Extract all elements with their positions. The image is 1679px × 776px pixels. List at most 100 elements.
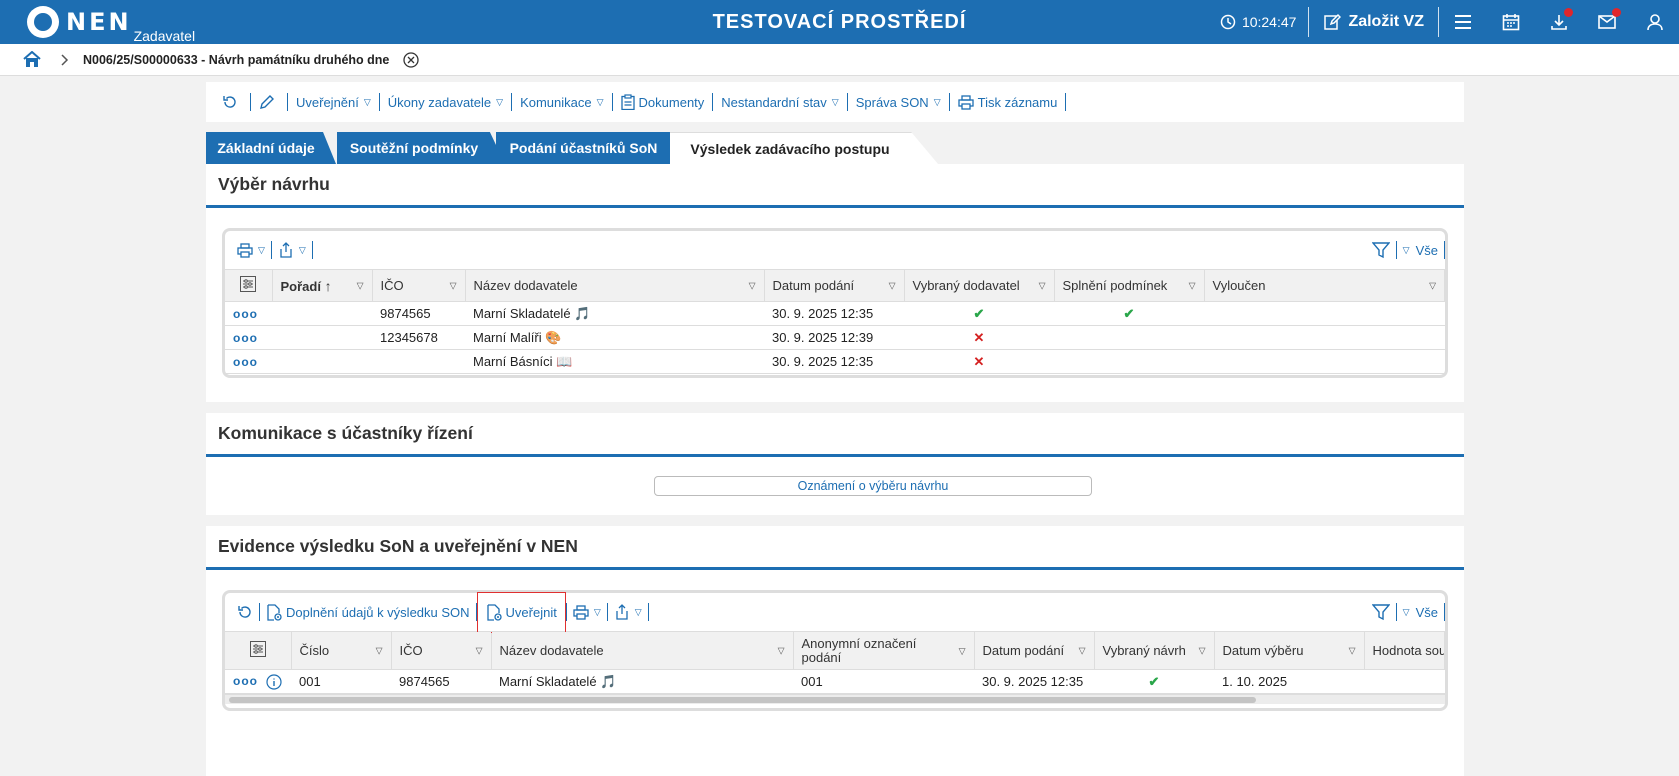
column-header-vybrany-navrh[interactable]: Vybraný návrh ▽	[1094, 631, 1215, 670]
tab-soutezni-podminky[interactable]: Soutěžní podmínky	[337, 132, 505, 164]
print-menu[interactable]: ▽	[231, 242, 271, 258]
nen-logo[interactable]: NEN Zadavatel	[27, 6, 195, 44]
column-settings-button[interactable]	[225, 269, 273, 302]
filter-button[interactable]	[1366, 603, 1396, 621]
column-filter-icon[interactable]: ▽	[1199, 645, 1206, 656]
downloads-button[interactable]	[1535, 0, 1583, 44]
column-filter-icon[interactable]: ▽	[1189, 280, 1196, 291]
column-header-poradi[interactable]: Pořadí ↑ ▽	[272, 269, 373, 302]
column-filter-icon[interactable]: ▽	[1429, 280, 1436, 291]
table-row[interactable]: ooo 9874565 Marní Skladatelé 🎵 30. 9. 20…	[225, 301, 1445, 326]
user-button[interactable]	[1631, 0, 1679, 44]
divider	[1308, 7, 1310, 37]
cell-ico: 12345678	[372, 325, 465, 350]
column-filter-icon[interactable]: ▽	[476, 645, 483, 656]
column-filter-icon[interactable]: ▽	[1079, 645, 1086, 656]
row-actions-icon[interactable]: ooo	[225, 349, 272, 374]
export-menu[interactable]: ▽	[272, 242, 312, 258]
info-icon[interactable]	[266, 674, 282, 690]
tisk-button[interactable]: Tisk záznamu	[950, 95, 1066, 110]
column-header-vyloucen[interactable]: Vyloučen ▽	[1204, 269, 1445, 302]
calendar-button[interactable]	[1487, 0, 1535, 44]
column-label: Anonymní označení podání	[801, 635, 917, 665]
cell-datum: 30. 9. 2025 12:35	[764, 301, 904, 326]
view-all-menu[interactable]: ▽ Vše	[1397, 605, 1444, 620]
column-header-splneni[interactable]: Splnění podmínek ▽	[1054, 269, 1205, 302]
dokumenty-button[interactable]: Dokumenty	[613, 94, 713, 110]
caret-down-icon: ▽	[1402, 606, 1410, 617]
horizontal-scrollbar[interactable]	[225, 694, 1445, 704]
column-header-hodnota[interactable]: Hodnota sout	[1364, 631, 1445, 670]
column-header-cislo[interactable]: Číslo ▽	[291, 631, 392, 670]
menu-button[interactable]	[1439, 0, 1487, 44]
chevron-right-icon	[61, 53, 69, 66]
evidence-table: Číslo ▽ IČO ▽ Název dodavatele ▽ Anonymní o…	[225, 631, 1445, 694]
divider	[1444, 241, 1445, 259]
table-row[interactable]: ooo 001 9874565 Marní Skladatelé 🎵 001 3…	[225, 669, 1445, 694]
nestandardni-menu[interactable]: Nestandardní stav ▽	[713, 95, 846, 110]
column-header-ico[interactable]: IČO ▽	[391, 631, 492, 670]
column-filter-icon[interactable]: ▽	[1039, 280, 1046, 291]
check-icon: ✔	[904, 301, 1054, 326]
column-filter-icon[interactable]: ▽	[889, 280, 896, 291]
column-header-anonymni[interactable]: Anonymní označení podání ▽	[793, 631, 975, 670]
komunikace-menu[interactable]: Komunikace ▽	[512, 95, 611, 110]
vyber-navrhu-section: Výběr návrhu ▽ ▽ ▽ Vše Pořadí ↑ ▽ IČO ▽ …	[206, 164, 1464, 402]
breadcrumb-title[interactable]: N006/25/S00000633 - Návrh památníku druh…	[83, 53, 389, 67]
filter-button[interactable]	[1366, 241, 1396, 259]
tab-vysledek[interactable]: Výsledek zadávacího postupu	[670, 132, 938, 164]
tab-podani-ucastniku[interactable]: Podání účastníků SoN	[496, 132, 685, 164]
scrollbar-thumb[interactable]	[229, 697, 1256, 703]
row-actions-icon[interactable]: ooo	[225, 301, 272, 326]
column-header-vybrany[interactable]: Vybraný dodavatel ▽	[904, 269, 1055, 302]
ukony-menu[interactable]: Úkony zadavatele ▽	[380, 95, 511, 110]
supplier-name: Marní Malíři	[473, 329, 542, 345]
column-header-datum[interactable]: Datum podání ▽	[764, 269, 905, 302]
column-header-ico[interactable]: IČO ▽	[372, 269, 466, 302]
column-label: IČO	[380, 278, 404, 293]
column-filter-icon[interactable]: ▽	[778, 645, 785, 656]
view-all-menu[interactable]: ▽ Vše	[1397, 243, 1444, 258]
row-actions-icon[interactable]: ooo	[225, 325, 272, 350]
doplneni-button[interactable]: Doplnění údajů k výsledku SON	[260, 603, 476, 621]
print-menu[interactable]: ▽	[567, 604, 607, 620]
export-menu[interactable]: ▽	[608, 604, 648, 620]
oznameni-button[interactable]: Oznámení o výběru návrhu	[654, 476, 1092, 496]
doplneni-label: Doplnění údajů k výsledku SON	[286, 604, 470, 620]
column-header-nazev[interactable]: Název dodavatele ▽	[491, 631, 794, 670]
refresh-button[interactable]	[231, 604, 259, 620]
create-vz-button[interactable]: Založit VZ	[1309, 13, 1438, 31]
column-filter-icon[interactable]: ▽	[749, 280, 756, 291]
refresh-button[interactable]	[214, 94, 250, 110]
messages-button[interactable]	[1583, 0, 1631, 44]
settings-sliders-icon	[240, 276, 257, 292]
printer-icon	[237, 242, 253, 258]
tab-zakladni-udaje[interactable]: Základní údaje	[206, 132, 336, 164]
column-header-datum-vyberu[interactable]: Datum výběru ▽	[1214, 631, 1365, 670]
home-icon[interactable]	[23, 51, 41, 68]
column-label: Název dodavatele	[473, 278, 578, 293]
clock-time: 10:24:47	[1241, 14, 1297, 30]
cell-splneni	[1054, 325, 1204, 350]
printer-icon	[573, 604, 589, 620]
column-filter-icon[interactable]: ▽	[376, 645, 383, 656]
close-icon[interactable]	[403, 51, 420, 68]
column-filter-icon[interactable]: ▽	[959, 644, 966, 658]
uverejneni-menu[interactable]: Uveřejnění ▽	[288, 95, 379, 110]
uverejnit-button[interactable]: Uveřejnit	[476, 591, 566, 633]
column-header-nazev[interactable]: Název dodavatele ▽	[465, 269, 765, 302]
sprava-menu[interactable]: Správa SON ▽	[848, 95, 949, 110]
row-actions-icon[interactable]: ooo	[233, 674, 258, 688]
column-filter-icon[interactable]: ▽	[450, 280, 457, 291]
edit-button[interactable]	[251, 94, 287, 110]
column-settings-button[interactable]	[225, 631, 292, 670]
cell-nazev: Marní Skladatelé 🎵	[465, 301, 764, 326]
column-header-datum-podani[interactable]: Datum podání ▽	[974, 631, 1095, 670]
column-filter-icon[interactable]: ▽	[1349, 645, 1356, 656]
divider	[311, 241, 313, 259]
sort-ascending-icon: ↑	[324, 277, 332, 294]
table-row[interactable]: ooo 12345678 Marní Malíři 🎨 30. 9. 2025 …	[225, 325, 1445, 350]
table-row[interactable]: ooo Marní Básníci 📖 30. 9. 2025 12:35 ✕	[225, 349, 1445, 374]
column-filter-icon[interactable]: ▽	[357, 280, 364, 291]
edit-icon	[1324, 13, 1342, 30]
